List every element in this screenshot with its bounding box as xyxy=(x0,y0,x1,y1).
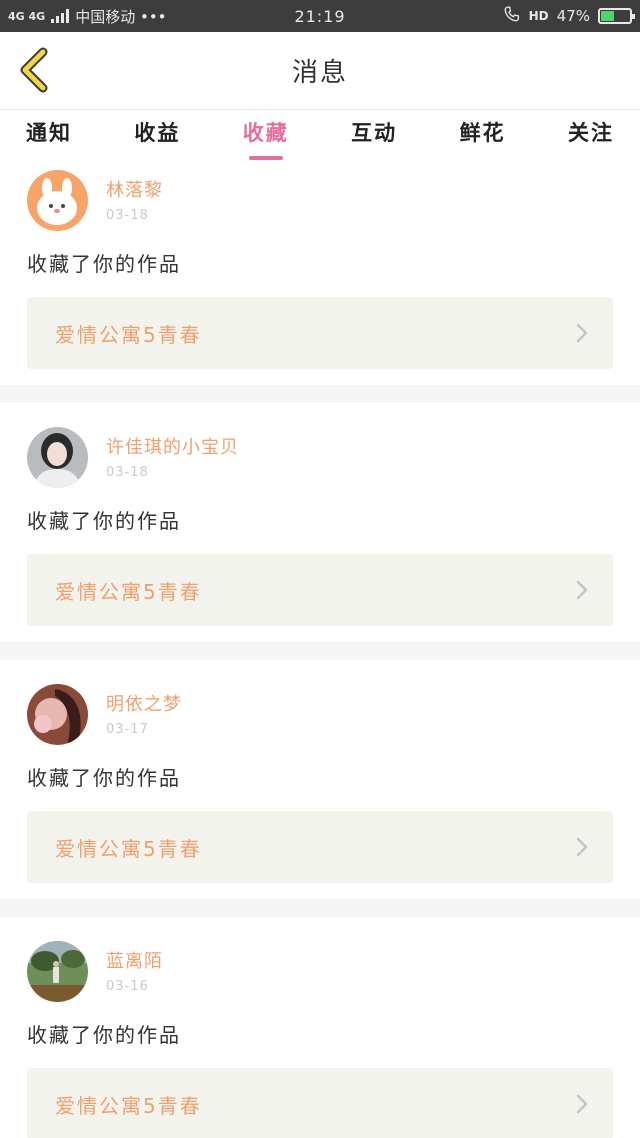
call-icon xyxy=(503,5,521,27)
action-text: 收藏了你的作品 xyxy=(27,766,181,790)
tab-follow[interactable]: 关注 xyxy=(568,110,614,162)
header: 消息 xyxy=(0,32,640,110)
username[interactable]: 蓝离陌 xyxy=(106,947,163,973)
action-text: 收藏了你的作品 xyxy=(27,509,181,533)
page-title: 消息 xyxy=(291,58,348,88)
work-link[interactable]: 爱情公寓5青春 xyxy=(27,1068,613,1138)
username[interactable]: 许佳琪的小宝贝 xyxy=(106,433,239,459)
battery-icon xyxy=(598,8,635,24)
message-card: 明依之梦 03-17 收藏了你的作品 爱情公寓5青春 xyxy=(0,660,640,899)
work-title: 爱情公寓5青春 xyxy=(55,1093,202,1118)
action-text: 收藏了你的作品 xyxy=(27,1023,181,1047)
message-date: 03-16 xyxy=(106,979,149,994)
message-list: 林落黎 03-18 收藏了你的作品 爱情公寓5青春 许佳琪的小宝贝 03-18 xyxy=(0,162,640,1138)
chevron-right-icon xyxy=(576,1094,588,1114)
work-link[interactable]: 爱情公寓5青春 xyxy=(27,811,613,883)
username[interactable]: 明依之梦 xyxy=(106,690,182,716)
work-link[interactable]: 爱情公寓5青春 xyxy=(27,297,613,369)
tab-earnings[interactable]: 收益 xyxy=(134,110,180,162)
battery-percent: 47% xyxy=(556,7,590,25)
avatar[interactable] xyxy=(27,427,88,488)
tab-favorites[interactable]: 收藏 xyxy=(243,110,289,162)
tab-interaction[interactable]: 互动 xyxy=(351,110,397,162)
chevron-right-icon xyxy=(576,580,588,600)
username[interactable]: 林落黎 xyxy=(106,176,163,202)
hd-indicator: HD xyxy=(528,9,549,23)
clock: 21:19 xyxy=(294,6,346,26)
network-type: 4G 4G xyxy=(8,9,46,23)
chevron-right-icon xyxy=(576,323,588,343)
carrier-name: 中国移动 ••• xyxy=(75,7,167,26)
back-button[interactable] xyxy=(14,47,54,93)
message-card: 蓝离陌 03-16 收藏了你的作品 爱情公寓5青春 xyxy=(0,917,640,1138)
tab-bar: 通知 收益 收藏 互动 鲜花 关注 xyxy=(0,110,640,162)
message-card: 许佳琪的小宝贝 03-18 收藏了你的作品 爱情公寓5青春 xyxy=(0,403,640,642)
signal-icon xyxy=(51,9,70,23)
avatar[interactable] xyxy=(27,684,88,745)
message-date: 03-18 xyxy=(106,465,149,480)
tab-flowers[interactable]: 鲜花 xyxy=(460,110,506,162)
message-date: 03-18 xyxy=(106,208,149,223)
chevron-right-icon xyxy=(576,837,588,857)
work-title: 爱情公寓5青春 xyxy=(55,836,202,861)
work-title: 爱情公寓5青春 xyxy=(55,579,202,604)
action-text: 收藏了你的作品 xyxy=(27,252,181,276)
work-title: 爱情公寓5青春 xyxy=(55,322,202,347)
avatar[interactable] xyxy=(27,170,88,231)
avatar[interactable] xyxy=(27,941,88,1002)
message-date: 03-17 xyxy=(106,722,149,737)
chevron-left-icon xyxy=(20,47,48,93)
message-card: 林落黎 03-18 收藏了你的作品 爱情公寓5青春 xyxy=(0,162,640,385)
work-link[interactable]: 爱情公寓5青春 xyxy=(27,554,613,626)
tab-notice[interactable]: 通知 xyxy=(26,110,72,162)
status-bar: 4G 4G 中国移动 ••• 21:19 HD 47% xyxy=(0,0,640,32)
